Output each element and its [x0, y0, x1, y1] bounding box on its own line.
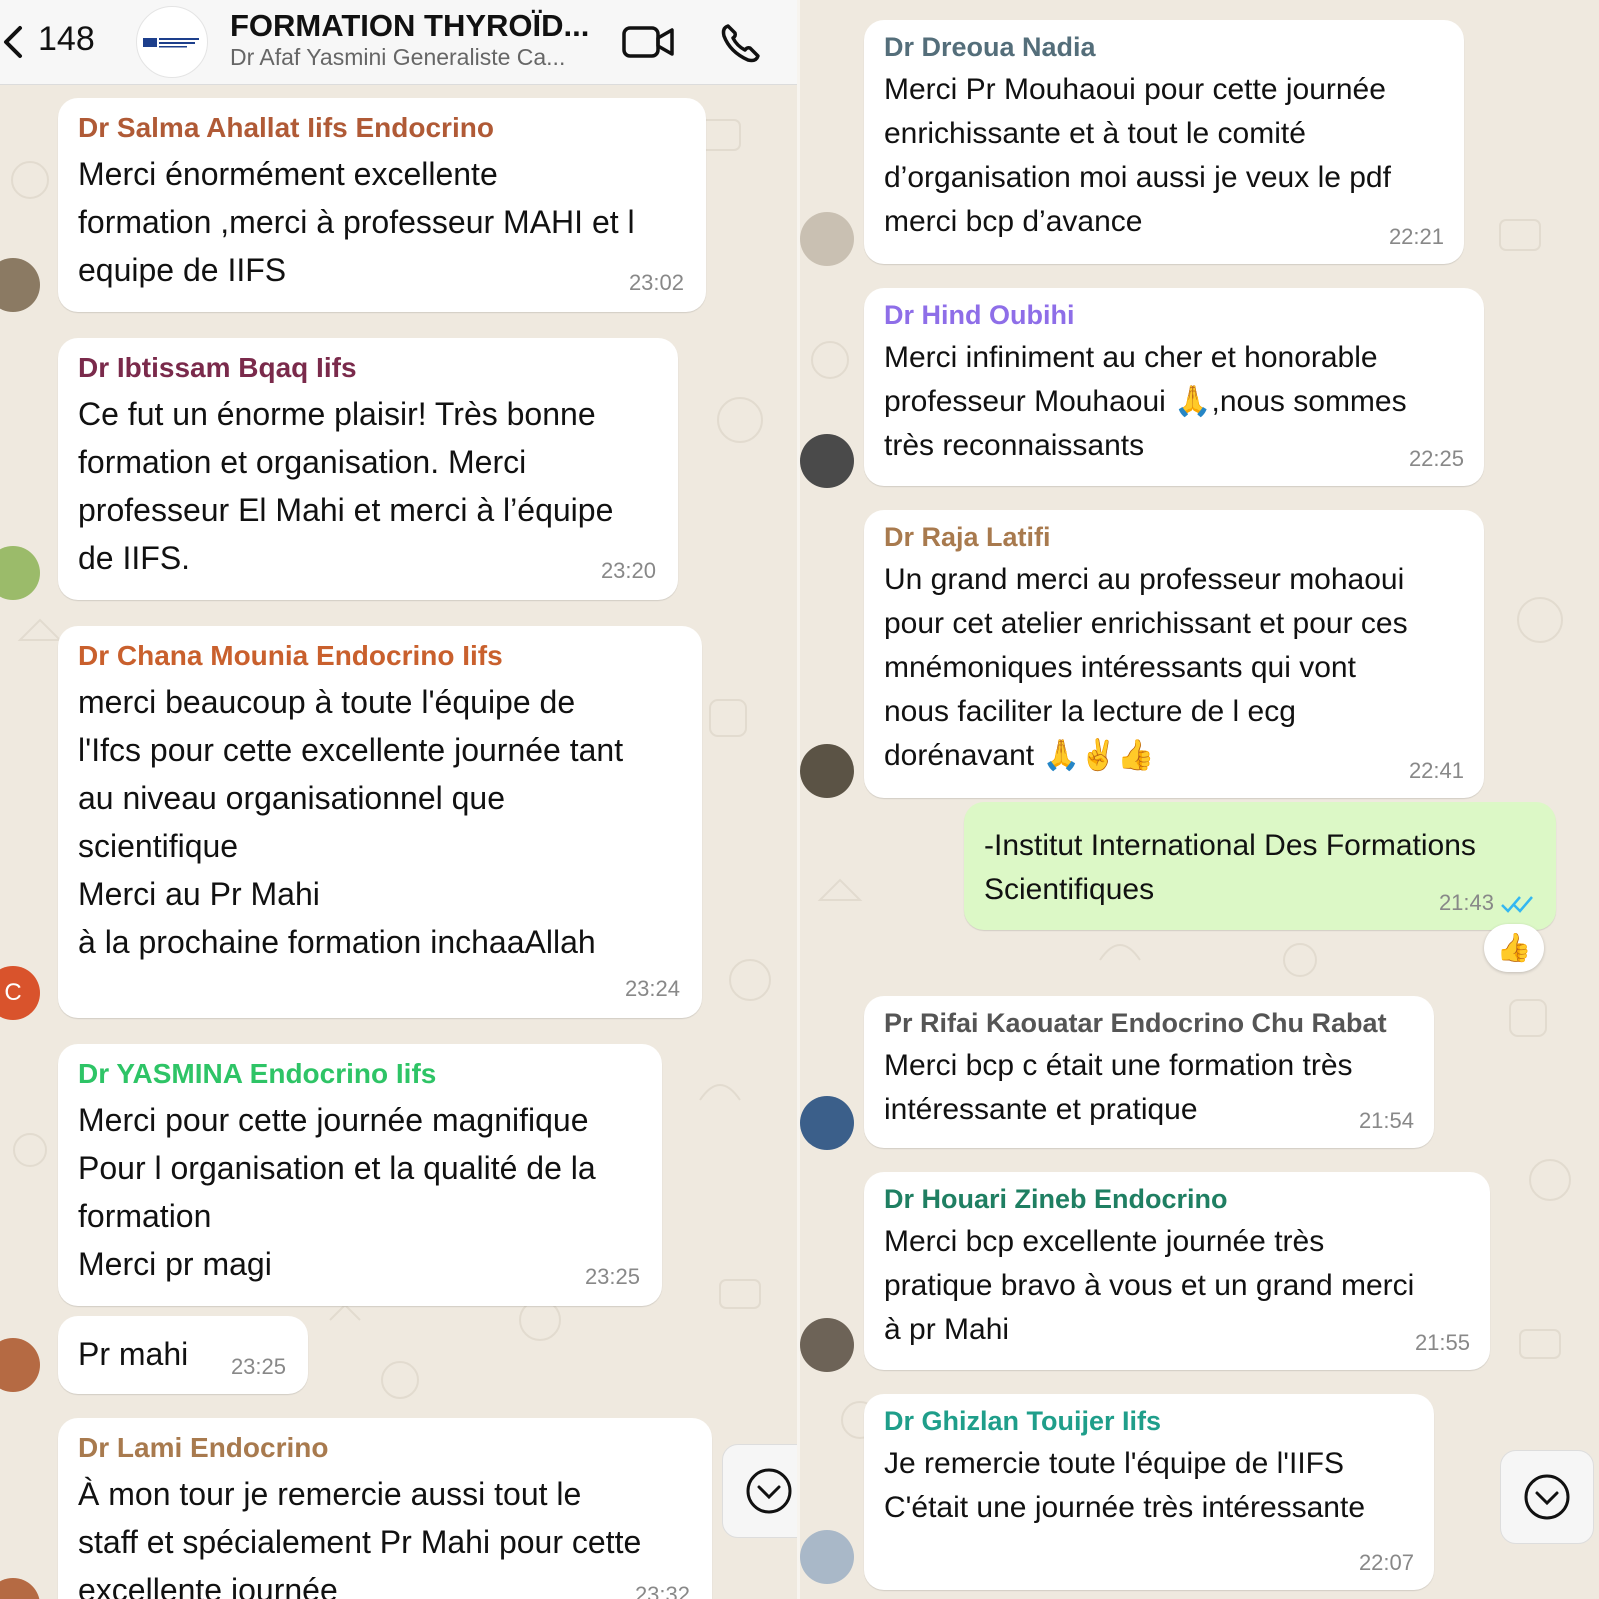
message-text: Merci Pr Mouhaoui pour cette journée enr… — [884, 73, 1391, 238]
message-bubble[interactable]: Dr Chana Mounia Endocrino Iifs merci bea… — [58, 626, 702, 1018]
message-text: -Institut International Des Formations S… — [984, 829, 1476, 906]
sender-avatar[interactable] — [800, 1530, 854, 1584]
scroll-to-bottom-button[interactable] — [722, 1444, 800, 1538]
message-time: 23:02 — [628, 270, 684, 295]
message-text: Pr mahi — [78, 1336, 189, 1372]
message-time: 21:43 — [1438, 890, 1494, 915]
sender-name[interactable]: Dr Salma Ahallat Iifs Endocrino — [78, 112, 494, 144]
sender-avatar[interactable] — [800, 1096, 854, 1150]
unread-count[interactable]: 148 — [38, 20, 95, 59]
left-chat-panel: 148 FORMATION THYROÏD... Dr Afaf Yasmini… — [0, 0, 800, 1599]
outgoing-message-bubble[interactable]: -Institut International Des Formations S… — [964, 802, 1556, 930]
sender-name[interactable]: Dr Chana Mounia Endocrino Iifs — [78, 640, 503, 672]
sender-avatar[interactable] — [800, 744, 854, 798]
sender-name[interactable]: Dr Lami Endocrino — [78, 1432, 328, 1464]
message-bubble[interactable]: Dr Hind Oubihi Merci infiniment au cher … — [864, 288, 1484, 486]
message-bubble[interactable]: Dr Dreoua Nadia Merci Pr Mouhaoui pour c… — [864, 20, 1464, 264]
message-text: Ce fut un énorme plaisir! Très bonne for… — [78, 396, 614, 576]
sender-avatar[interactable] — [800, 212, 854, 266]
message-text: Merci pour cette journée magnifique Pour… — [78, 1102, 596, 1282]
sender-name[interactable]: Dr Ghizlan Touijer Iifs — [884, 1406, 1161, 1437]
sender-name[interactable]: Dr Ibtissam Bqaq Iifs — [78, 352, 357, 384]
message-bubble[interactable]: Dr Houari Zineb Endocrino Merci bcp exce… — [864, 1172, 1490, 1370]
message-time: 23:24 — [624, 976, 680, 1001]
message-time: 23:25 — [230, 1354, 286, 1379]
message-text: Merci bcp c était une formation très int… — [884, 1049, 1353, 1126]
sender-name[interactable]: Dr Houari Zineb Endocrino — [884, 1184, 1228, 1215]
message-bubble[interactable]: Dr Ghizlan Touijer Iifs Je remercie tout… — [864, 1394, 1434, 1590]
message-text: Je remercie toute l'équipe de l'IIFS C'é… — [884, 1447, 1366, 1524]
message-bubble[interactable]: Dr Raja Latifi Un grand merci au profess… — [864, 510, 1484, 798]
reaction-badge[interactable]: 👍 — [1484, 924, 1544, 972]
sender-avatar[interactable] — [800, 1318, 854, 1372]
video-camera-icon[interactable] — [620, 18, 676, 66]
message-time: 22:07 — [1358, 1550, 1414, 1575]
scroll-to-bottom-button[interactable] — [1500, 1450, 1594, 1544]
chevron-down-icon — [1524, 1474, 1570, 1520]
sender-avatar[interactable] — [800, 434, 854, 488]
message-text-last-line: dorénavant 🙏✌️👍 — [884, 739, 1155, 772]
sender-name[interactable]: Dr Raja Latifi — [884, 522, 1051, 553]
message-text: Merci énormément excellente formation ,m… — [78, 156, 635, 288]
message-time: 22:21 — [1388, 224, 1444, 249]
read-ticks-icon — [1501, 896, 1533, 913]
chevron-down-icon — [746, 1468, 792, 1514]
message-time: 21:54 — [1358, 1108, 1414, 1133]
message-text: Un grand merci au professeur mohaoui pou… — [884, 563, 1408, 728]
phone-icon[interactable] — [716, 18, 772, 66]
message-bubble[interactable]: Dr Salma Ahallat Iifs Endocrino Merci én… — [58, 98, 706, 312]
message-time: 21:55 — [1414, 1330, 1470, 1355]
sender-name[interactable]: Dr YASMINA Endocrino Iifs — [78, 1058, 436, 1090]
group-avatar[interactable] — [136, 6, 208, 78]
message-bubble[interactable]: Dr Lami Endocrino À mon tour je remercie… — [58, 1418, 712, 1599]
message-time: 23:32 — [634, 1582, 690, 1599]
praying-hands-emoji: 🙏 — [1174, 385, 1212, 418]
sender-name[interactable]: Pr Rifai Kaouatar Endocrino Chu Rabat — [884, 1008, 1387, 1039]
sender-name[interactable]: Dr Hind Oubihi — [884, 300, 1074, 331]
message-bubble[interactable]: Pr mahi 23:25 — [58, 1316, 308, 1394]
message-bubble[interactable]: Pr Rifai Kaouatar Endocrino Chu Rabat Me… — [864, 996, 1434, 1148]
message-time: 23:25 — [584, 1264, 640, 1289]
message-text: À mon tour je remercie aussi tout le sta… — [78, 1476, 642, 1599]
iifs-logo-icon — [143, 38, 199, 48]
message-time: 22:25 — [1408, 446, 1464, 471]
chat-header: 148 FORMATION THYROÏD... Dr Afaf Yasmini… — [0, 0, 800, 85]
right-chat-panel: Dr Dreoua Nadia Merci Pr Mouhaoui pour c… — [800, 0, 1599, 1599]
group-subtitle[interactable]: Dr Afaf Yasmini Generaliste Ca... — [230, 44, 565, 71]
message-time: 22:41 — [1408, 758, 1464, 783]
group-title[interactable]: FORMATION THYROÏD... — [230, 8, 589, 44]
message-bubble[interactable]: Dr YASMINA Endocrino Iifs Merci pour cet… — [58, 1044, 662, 1306]
message-text: merci beaucoup à toute l'équipe de l'Ifc… — [78, 684, 624, 960]
sender-name[interactable]: Dr Dreoua Nadia — [884, 32, 1096, 63]
message-text: Merci infiniment au cher et honorable pr… — [884, 341, 1407, 462]
message-text: Merci bcp excellente journée très pratiq… — [884, 1225, 1415, 1346]
message-time: 23:20 — [600, 558, 656, 583]
emoji-group: 🙏✌️👍 — [1042, 739, 1155, 772]
back-chevron-icon[interactable] — [0, 22, 36, 62]
message-bubble[interactable]: Dr Ibtissam Bqaq Iifs Ce fut un énorme p… — [58, 338, 678, 600]
